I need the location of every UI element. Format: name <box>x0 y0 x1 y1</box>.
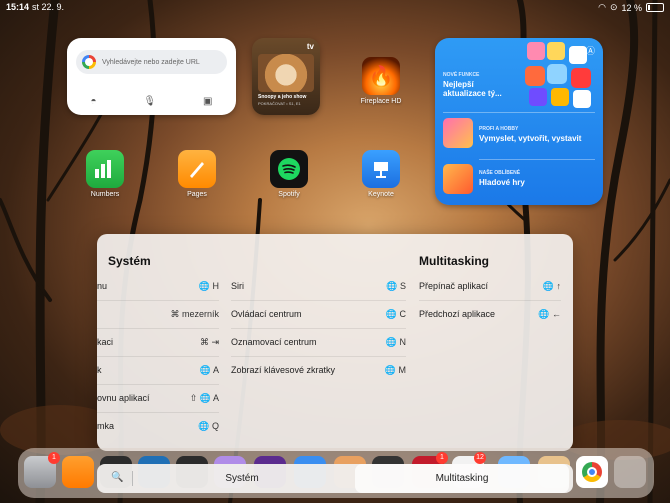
numbers-icon <box>86 150 124 188</box>
divider <box>132 471 133 486</box>
notification-badge: 1 <box>436 452 448 464</box>
chrome-search-bar[interactable]: Vyhledávejte nebo zadejte URL <box>76 50 227 74</box>
notification-badge: 12 <box>474 452 486 464</box>
shortcut-row: ovnu aplikací ⇧ 🌐 A <box>97 384 219 413</box>
section-kicker: NOVÉ FUNKCE <box>443 72 480 78</box>
fireplace-icon: 🔥 <box>362 57 400 95</box>
shortcut-row: Siri 🌐 S <box>231 272 406 301</box>
shortcut-row: Zobrazí klávesové zkratky 🌐 M <box>231 364 406 376</box>
app-spotify[interactable]: Spotify <box>270 150 308 198</box>
battery-icon <box>646 3 664 12</box>
story-thumbnail <box>443 118 473 148</box>
section-headline: Vymyslet, vytvořit, vystavit <box>479 134 582 143</box>
show-title: Snoopy a jeho show <box>258 94 307 100</box>
shortcut-row: Předchozí aplikace 🌐 ← <box>419 308 561 320</box>
status-bar: 15:14 st 22. 9. ◠ ⊙ 12 % <box>0 0 670 14</box>
shortcut-row: kaci ⌘ ⇥ <box>97 328 219 357</box>
app-keynote[interactable]: Keynote <box>362 150 400 198</box>
status-date: st 22. 9. <box>32 2 65 12</box>
tab-system[interactable]: Systém <box>137 464 347 493</box>
story-thumbnail <box>443 164 473 194</box>
app-label: Pages <box>187 191 207 198</box>
wifi-icon: ◠ <box>598 2 606 12</box>
app-store-featured[interactable]: NOVÉ FUNKCE Nejlepší aktualizace tý... Ⓐ <box>435 38 603 110</box>
app-pages[interactable]: Pages <box>178 150 216 198</box>
chrome-search-widget[interactable]: Vyhledávejte nebo zadejte URL ◓ 🎙 ▣ <box>67 38 236 115</box>
shortcut-row: ⌘ mezerník <box>97 300 219 329</box>
apple-tv-widget[interactable]: tv Snoopy a jeho show POKRAČOVAT • S1, E… <box>252 38 320 115</box>
search-icon[interactable]: 🔍 <box>111 472 123 483</box>
status-right: ◠ ⊙ 12 % <box>598 2 664 13</box>
app-label: Spotify <box>278 191 300 198</box>
app-library-icon[interactable] <box>614 456 646 488</box>
shortcut-row: nu 🌐 H <box>97 272 219 301</box>
system-section-title: Systém <box>108 254 151 268</box>
shortcut-category-switcher: 🔍 Systém Multitasking <box>97 464 573 493</box>
spotify-icon <box>270 150 308 188</box>
app-label: Keynote <box>368 191 394 198</box>
google-logo-icon <box>82 55 96 69</box>
chrome-shortcuts: ◓ 🎙 ▣ <box>67 96 236 107</box>
shortcut-row: Oznamovací centrum 🌐 N <box>231 328 406 357</box>
location-icon: ⊙ <box>609 2 618 12</box>
section-headline: Nejlepší aktualizace tý... <box>443 80 502 98</box>
keynote-icon <box>362 150 400 188</box>
chrome-search-placeholder: Vyhledávejte nebo zadejte URL <box>102 58 200 66</box>
microphone-icon[interactable]: 🎙 <box>143 96 156 107</box>
app-numbers[interactable]: Numbers <box>86 150 124 198</box>
battery-percent: 12 % <box>621 2 642 13</box>
app-label: Numbers <box>90 191 120 198</box>
multitasking-section-title: Multitasking <box>419 254 490 268</box>
app-store-icon: Ⓐ <box>585 46 595 56</box>
pages-icon <box>178 150 216 188</box>
section-headline: Hladové hry <box>479 178 525 187</box>
shortcut-row: Přepínač aplikací 🌐 ↑ <box>419 272 561 301</box>
shortcut-row: Ovládací centrum 🌐 C <box>231 300 406 329</box>
app-store-widget[interactable]: NOVÉ FUNKCE Nejlepší aktualizace tý... Ⓐ… <box>435 38 603 205</box>
shortcut-row: mka 🌐 Q <box>97 420 219 432</box>
section-kicker: PROFI A HOBBY <box>479 126 519 132</box>
apple-tv-brand: tv <box>306 42 314 51</box>
show-subtitle: POKRAČOVAT • S1, E1 <box>258 101 301 106</box>
notification-badge: 1 <box>48 452 60 464</box>
show-artwork <box>258 54 314 92</box>
status-time: 15:14 <box>6 2 30 12</box>
app-store-story-1[interactable]: PROFI A HOBBY Vymyslet, vytvořit, vystav… <box>435 114 603 158</box>
keyboard-shortcuts-overlay: Systém Multitasking nu 🌐 H ⌘ mezerník kac… <box>97 234 573 451</box>
chrome-icon[interactable] <box>576 456 608 488</box>
apple-tv-logo: tv <box>307 42 314 51</box>
app-store-story-2[interactable]: NAŠE OBLÍBENÉ Hladové hry <box>435 160 603 204</box>
tab-multitasking[interactable]: Multitasking <box>355 464 569 493</box>
app-fireplace-hd[interactable]: 🔥 Fireplace HD <box>361 57 401 105</box>
divider <box>443 112 595 113</box>
incognito-icon[interactable]: ◓ <box>90 96 96 107</box>
shortcut-row: k 🌐 A <box>97 356 219 385</box>
books-icon[interactable] <box>62 456 94 488</box>
qr-scan-icon[interactable]: ▣ <box>203 96 212 107</box>
section-kicker: NAŠE OBLÍBENÉ <box>479 170 521 176</box>
app-label: Fireplace HD <box>360 98 402 105</box>
